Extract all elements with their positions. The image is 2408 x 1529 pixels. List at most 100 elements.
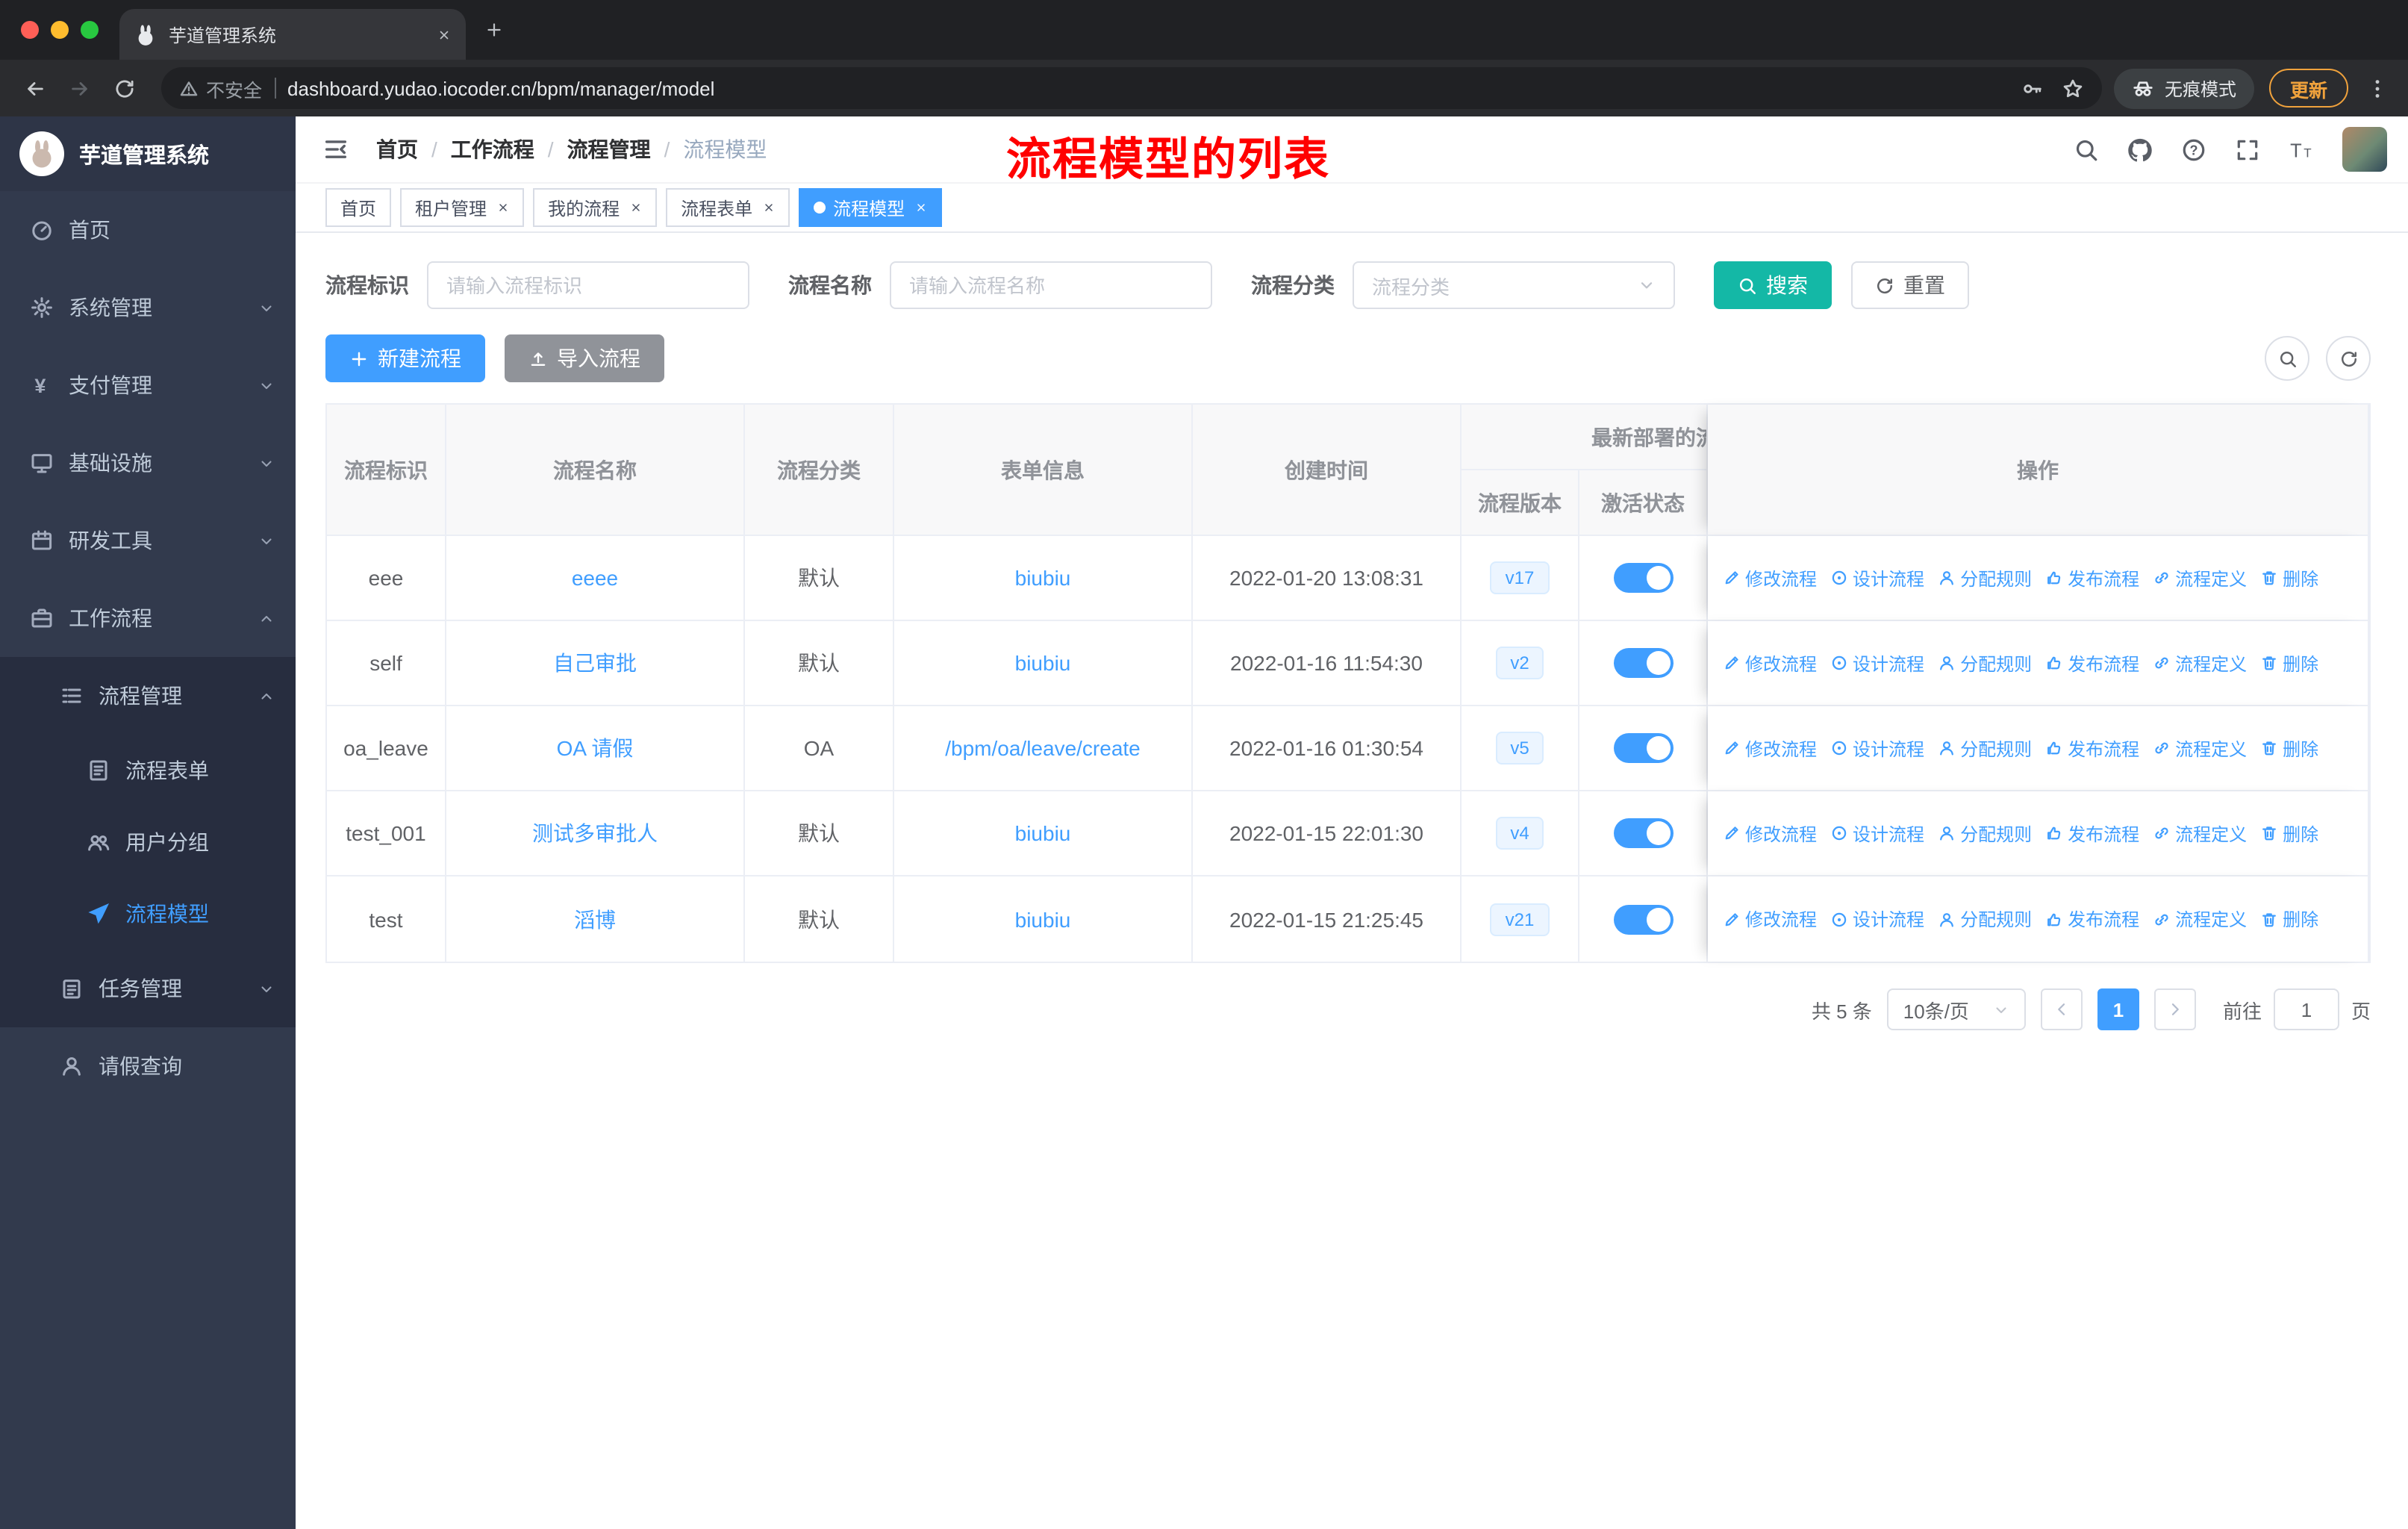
- activation-toggle[interactable]: [1613, 733, 1673, 763]
- design-link[interactable]: 设计流程: [1830, 820, 1924, 846]
- process-key-input[interactable]: [446, 274, 730, 296]
- window-zoom-button[interactable]: [81, 21, 99, 39]
- model-name-link[interactable]: OA 请假: [557, 733, 634, 763]
- modify-link[interactable]: 修改流程: [1723, 735, 1817, 761]
- prev-page-button[interactable]: [2040, 988, 2083, 1030]
- delete-link[interactable]: 删除: [2260, 735, 2318, 761]
- publish-link[interactable]: 发布流程: [2045, 565, 2139, 591]
- tag-我的流程[interactable]: 我的流程: [533, 188, 658, 227]
- definition-link[interactable]: 流程定义: [2153, 906, 2247, 932]
- password-manager-icon[interactable]: [2021, 77, 2044, 99]
- breadcrumb-item[interactable]: 工作流程: [451, 134, 534, 164]
- import-process-button[interactable]: 导入流程: [505, 334, 664, 382]
- sidebar-collapse-button[interactable]: [316, 136, 355, 163]
- sidebar-item-home[interactable]: 首页: [0, 191, 296, 269]
- sidebar-item-payment-management[interactable]: ¥ 支付管理: [0, 346, 296, 424]
- model-name-link[interactable]: eeee: [572, 566, 618, 590]
- assign-rule-link[interactable]: 分配规则: [1938, 650, 2032, 676]
- page-1-button[interactable]: 1: [2097, 988, 2139, 1030]
- sidebar-item-process-form[interactable]: 流程表单: [0, 735, 296, 806]
- definition-link[interactable]: 流程定义: [2153, 820, 2247, 846]
- url-text[interactable]: dashboard.yudao.iocoder.cn/bpm/manager/m…: [287, 77, 2021, 99]
- breadcrumb-item[interactable]: 首页: [376, 134, 418, 164]
- page-size-select[interactable]: 10条/页: [1886, 988, 2026, 1030]
- form-info-link[interactable]: /bpm/oa/leave/create: [945, 736, 1141, 760]
- security-status[interactable]: 不安全: [179, 74, 262, 102]
- definition-link[interactable]: 流程定义: [2153, 650, 2247, 676]
- search-button[interactable]: 搜索: [1714, 261, 1832, 309]
- modify-link[interactable]: 修改流程: [1723, 820, 1817, 846]
- modify-link[interactable]: 修改流程: [1723, 650, 1817, 676]
- delete-link[interactable]: 删除: [2260, 820, 2318, 846]
- breadcrumb-item[interactable]: 流程管理: [567, 134, 651, 164]
- sidebar-item-task-management[interactable]: 任务管理: [0, 950, 296, 1027]
- sidebar-item-process-management[interactable]: 流程管理: [0, 657, 296, 735]
- next-page-button[interactable]: [2153, 988, 2196, 1030]
- bookmark-star-icon[interactable]: [2062, 77, 2084, 99]
- fullscreen-icon[interactable]: [2235, 137, 2260, 162]
- publish-link[interactable]: 发布流程: [2045, 650, 2139, 676]
- forward-button[interactable]: [60, 69, 99, 108]
- sidebar-item-leave-query[interactable]: 请假查询: [0, 1027, 296, 1105]
- tab-close-icon[interactable]: [437, 28, 451, 41]
- model-name-link[interactable]: 滔博: [574, 904, 616, 934]
- design-link[interactable]: 设计流程: [1830, 650, 1924, 676]
- new-tab-button[interactable]: [472, 7, 517, 52]
- modify-link[interactable]: 修改流程: [1723, 565, 1817, 591]
- assign-rule-link[interactable]: 分配规则: [1938, 565, 2032, 591]
- form-info-link[interactable]: biubiu: [1015, 566, 1071, 590]
- assign-rule-link[interactable]: 分配规则: [1938, 906, 2032, 932]
- design-link[interactable]: 设计流程: [1830, 906, 1924, 932]
- reload-button[interactable]: [105, 69, 143, 108]
- process-name-input[interactable]: [909, 274, 1193, 296]
- assign-rule-link[interactable]: 分配规则: [1938, 820, 2032, 846]
- tag-流程表单[interactable]: 流程表单: [666, 188, 790, 227]
- delete-link[interactable]: 删除: [2260, 650, 2318, 676]
- create-process-button[interactable]: 新建流程: [325, 334, 485, 382]
- refresh-table-button[interactable]: [2326, 336, 2371, 381]
- tag-租户管理[interactable]: 租户管理: [400, 188, 525, 227]
- back-button[interactable]: [15, 69, 54, 108]
- activation-toggle[interactable]: [1613, 563, 1673, 593]
- process-category-select[interactable]: 流程分类: [1353, 261, 1675, 309]
- font-size-icon[interactable]: TT: [2289, 137, 2314, 162]
- process-name-field[interactable]: [890, 261, 1212, 309]
- goto-page-input[interactable]: [2273, 988, 2339, 1030]
- window-close-button[interactable]: [21, 21, 39, 39]
- design-link[interactable]: 设计流程: [1830, 565, 1924, 591]
- toggle-search-button[interactable]: [2265, 336, 2309, 381]
- chrome-update-button[interactable]: 更新: [2268, 69, 2348, 108]
- delete-link[interactable]: 删除: [2260, 906, 2318, 932]
- model-name-link[interactable]: 自己审批: [553, 648, 637, 678]
- user-avatar[interactable]: [2342, 127, 2387, 172]
- modify-link[interactable]: 修改流程: [1723, 906, 1817, 932]
- tag-流程模型[interactable]: 流程模型: [799, 188, 943, 227]
- window-minimize-button[interactable]: [51, 21, 69, 39]
- process-key-field[interactable]: [427, 261, 749, 309]
- sidebar-item-process-model[interactable]: 流程模型: [0, 878, 296, 950]
- definition-link[interactable]: 流程定义: [2153, 735, 2247, 761]
- sidebar-item-workflow[interactable]: 工作流程: [0, 579, 296, 657]
- form-info-link[interactable]: biubiu: [1015, 907, 1071, 931]
- sidebar-item-system-management[interactable]: 系统管理: [0, 269, 296, 346]
- publish-link[interactable]: 发布流程: [2045, 820, 2139, 846]
- search-icon[interactable]: [2074, 137, 2099, 162]
- definition-link[interactable]: 流程定义: [2153, 565, 2247, 591]
- delete-link[interactable]: 删除: [2260, 565, 2318, 591]
- design-link[interactable]: 设计流程: [1830, 735, 1924, 761]
- publish-link[interactable]: 发布流程: [2045, 735, 2139, 761]
- activation-toggle[interactable]: [1613, 904, 1673, 934]
- help-icon[interactable]: ?: [2181, 137, 2206, 162]
- form-info-link[interactable]: biubiu: [1015, 821, 1071, 845]
- tag-首页[interactable]: 首页: [325, 188, 392, 227]
- browser-menu-button[interactable]: [2360, 77, 2393, 99]
- activation-toggle[interactable]: [1613, 818, 1673, 848]
- assign-rule-link[interactable]: 分配规则: [1938, 735, 2032, 761]
- form-info-link[interactable]: biubiu: [1015, 651, 1071, 675]
- reset-button[interactable]: 重置: [1851, 261, 1969, 309]
- sidebar-item-devtools[interactable]: 研发工具: [0, 502, 296, 579]
- address-bar[interactable]: 不安全 dashboard.yudao.iocoder.cn/bpm/manag…: [161, 67, 2102, 109]
- browser-tab[interactable]: 芋道管理系统: [119, 9, 466, 60]
- sidebar-item-infrastructure[interactable]: 基础设施: [0, 424, 296, 502]
- github-icon[interactable]: [2127, 137, 2153, 162]
